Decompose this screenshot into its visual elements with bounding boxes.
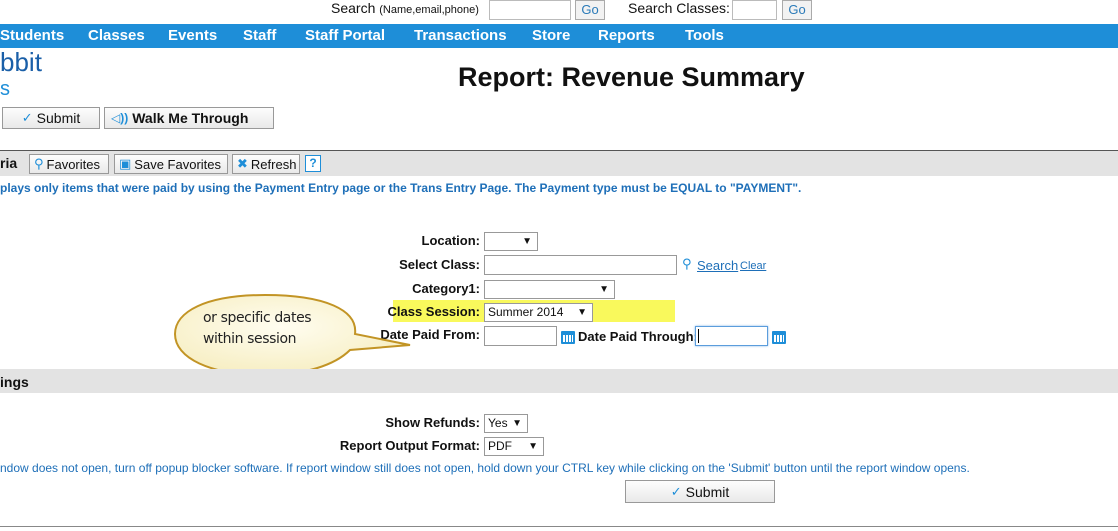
show-refunds-value: Yes [488,416,508,430]
select-class-input[interactable] [484,255,677,275]
save-favorites-label: Save Favorites [134,156,221,172]
search-classes-label: Search Classes: [628,0,730,16]
page-title: Report: Revenue Summary [458,62,805,92]
logo[interactable]: bbit [0,48,42,76]
dropdown-arrow-icon: ▼ [577,307,587,318]
calendar-icon[interactable] [561,331,575,344]
text-caret [698,329,699,343]
dropdown-arrow-icon: ▼ [599,284,609,295]
megaphone-icon: ◁)) [111,111,129,125]
callout-text: or specific dates within session [203,308,312,350]
search-link[interactable]: Search [697,258,738,273]
search-go-button[interactable]: Go [575,0,605,20]
select-class-label: Select Class: [399,257,480,272]
date-paid-through-label: Date Paid Through: [578,329,698,344]
submit-button-top[interactable]: ✓ Submit [2,107,100,129]
nav-tools[interactable]: Tools [685,27,724,44]
favorites-button[interactable]: ⚲ Favorites [29,154,109,174]
search-label: Search (Name,email,phone) [331,0,479,16]
criteria-bar: ria ⚲ Favorites ▣ Save Favorites ✖ Refresh … [0,151,1118,176]
save-favorites-button[interactable]: ▣ Save Favorites [114,154,228,174]
magnifier-icon: ⚲ [34,156,44,171]
top-search-bar: Search (Name,email,phone) Go Search Clas… [0,0,1118,24]
checkmark-icon: ✓ [670,483,682,499]
dropdown-arrow-icon: ▼ [528,441,538,452]
submit-label: Submit [36,110,81,126]
dropdown-arrow-icon: ▼ [512,418,522,429]
search-classes-input[interactable] [732,0,777,20]
help-icon[interactable]: ? [305,155,321,172]
location-select[interactable]: ▼ [484,232,538,251]
magnifier-icon: ⚲ [682,256,692,271]
nav-staff[interactable]: Staff [243,27,276,44]
category1-label: Category1: [412,281,480,296]
callout-line-2: within session [203,331,297,347]
class-session-value: Summer 2014 [488,305,564,319]
date-paid-from-input[interactable] [484,326,557,346]
main-nav: Students Classes Events Staff Staff Port… [0,24,1118,48]
logo-tagline: s [0,78,10,100]
nav-transactions[interactable]: Transactions [414,27,507,44]
submit-button-bottom[interactable]: ✓ Submit [625,480,775,503]
output-format-label: Report Output Format: [339,438,480,453]
nav-store[interactable]: Store [532,27,570,44]
nav-staff-portal[interactable]: Staff Portal [305,27,385,44]
location-label: Location: [421,233,481,248]
bottom-divider [0,526,1118,527]
date-paid-through-input[interactable] [695,326,768,346]
save-icon: ▣ [119,156,132,171]
class-session-select[interactable]: Summer 2014 ▼ [484,303,593,322]
callout-line-1: or specific dates [203,310,312,326]
output-format-select[interactable]: PDF ▼ [484,437,544,456]
dropdown-arrow-icon: ▼ [522,236,532,247]
favorites-label: Favorites [46,156,100,172]
nav-reports[interactable]: Reports [598,27,655,44]
category1-select[interactable]: ▼ [484,280,615,299]
walk-me-through-button[interactable]: ◁)) Walk Me Through [104,107,274,129]
popup-note: ndow does not open, turn off popup block… [0,461,970,475]
criteria-note: plays only items that were paid by using… [0,181,802,195]
close-x-icon: ✖ [237,156,248,171]
checkmark-icon: ✓ [21,110,33,125]
refresh-button[interactable]: ✖ Refresh [232,154,300,174]
output-format-value: PDF [488,439,512,453]
walk-label: Walk Me Through [132,110,249,126]
show-refunds-label: Show Refunds: [385,415,480,430]
nav-classes[interactable]: Classes [88,27,145,44]
clear-link[interactable]: Clear [740,260,766,272]
refresh-label: Refresh [250,156,297,172]
settings-title: ings [0,374,29,390]
nav-events[interactable]: Events [168,27,217,44]
show-refunds-select[interactable]: Yes ▼ [484,414,528,433]
submit-bottom-label: Submit [685,483,730,500]
nav-students[interactable]: Students [0,27,64,44]
calendar-icon[interactable] [772,331,786,344]
search-classes-go-button[interactable]: Go [782,0,812,20]
settings-bar: ings [0,369,1118,393]
criteria-title: ria [0,155,18,171]
search-input[interactable] [489,0,571,20]
